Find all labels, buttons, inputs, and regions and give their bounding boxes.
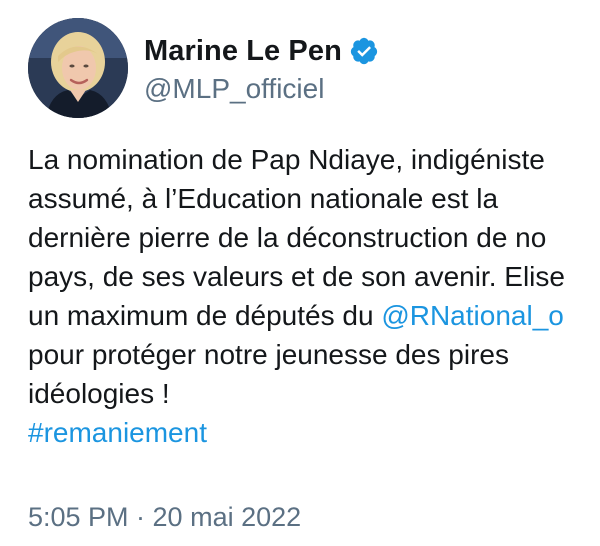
author-block: Marine Le Pen @MLP_officiel bbox=[144, 31, 379, 105]
author-display-name[interactable]: Marine Le Pen bbox=[144, 35, 342, 68]
tweet-card: Marine Le Pen @MLP_officiel La nominatio… bbox=[0, 0, 600, 546]
mention-link[interactable]: @RNational_o bbox=[381, 300, 564, 331]
tweet-text-line: pays, de ses valeurs et de son avenir. E… bbox=[28, 261, 565, 292]
tweet-timestamp[interactable]: 5:05 PM · 20 mai 2022 bbox=[28, 502, 301, 533]
verified-badge-icon bbox=[349, 36, 379, 66]
hashtag-link[interactable]: #remaniement bbox=[28, 413, 600, 452]
avatar[interactable] bbox=[28, 18, 128, 118]
tweet-header: Marine Le Pen @MLP_officiel bbox=[28, 12, 379, 124]
tweet-text: La nomination de Pap Ndiaye, indigéniste… bbox=[28, 140, 600, 452]
tweet-text-line: idéologies ! bbox=[28, 378, 170, 409]
tweet-text-line: assumé, à l’Education nationale est la bbox=[28, 183, 499, 214]
author-handle[interactable]: @MLP_officiel bbox=[144, 73, 379, 105]
tweet-text-fragment: un maximum de députés du bbox=[28, 300, 382, 331]
tweet-text-line: La nomination de Pap Ndiaye, indigéniste bbox=[28, 144, 545, 175]
tweet-text-line: pour protéger notre jeunesse des pires bbox=[28, 339, 509, 370]
tweet-text-line: dernière pierre de la déconstruction de … bbox=[28, 222, 547, 253]
profile-photo-icon bbox=[28, 18, 128, 118]
name-row: Marine Le Pen bbox=[144, 31, 379, 71]
tweet-text-line: un maximum de députés du @RNational_o bbox=[28, 296, 600, 335]
